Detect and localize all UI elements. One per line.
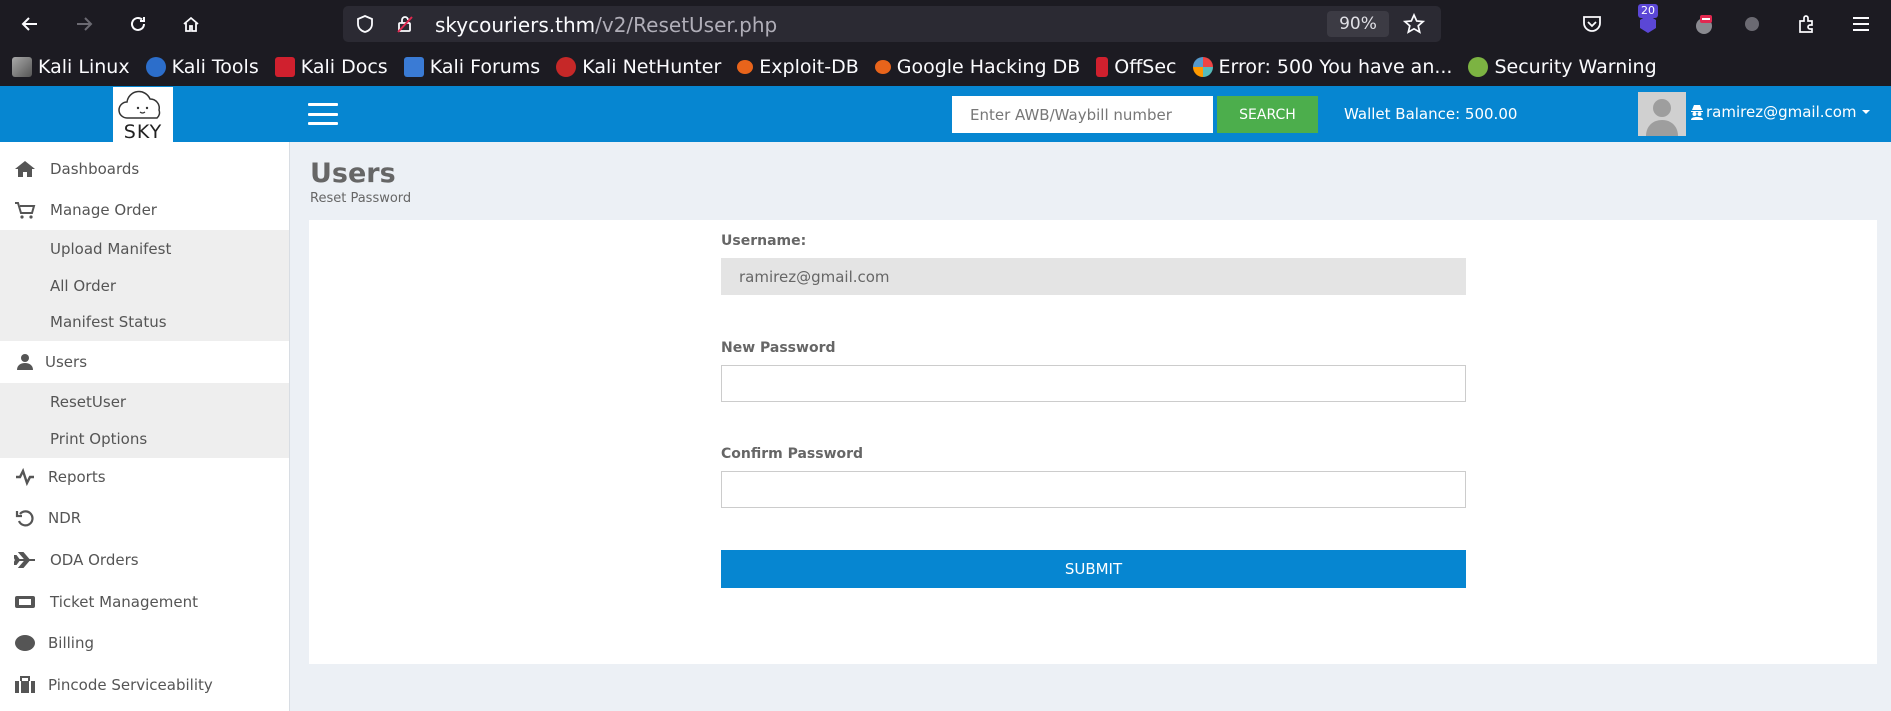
- confirm-password-label: Confirm Password: [721, 446, 864, 462]
- extension-badge: 20: [1638, 4, 1658, 18]
- extensions-puzzle-icon[interactable]: [1793, 10, 1821, 38]
- cart-icon: [14, 200, 36, 220]
- sidebar-item-manage-order[interactable]: Manage Order: [0, 195, 289, 225]
- briefcase-icon: [14, 675, 36, 695]
- manage-order-submenu: Upload Manifest All Order Manifest Statu…: [0, 230, 289, 341]
- users-submenu: ResetUser Print Options: [0, 383, 289, 458]
- sidebar-sub-resetuser[interactable]: ResetUser: [50, 393, 126, 411]
- arrow-left-icon: [21, 17, 37, 31]
- arrow-right-icon: [77, 17, 93, 31]
- reports-icon: [14, 467, 36, 487]
- back-button[interactable]: [14, 8, 46, 40]
- sidebar-item-oda-orders[interactable]: ODA Orders: [0, 545, 289, 575]
- plane-icon: [14, 550, 36, 570]
- extension-puzzle-gray-icon[interactable]: [1738, 10, 1766, 38]
- bookmark-kali-linux[interactable]: Kali Linux: [12, 56, 130, 78]
- url-host: skycouriers.thm: [435, 13, 596, 37]
- sky-logo[interactable]: SKY: [113, 87, 173, 142]
- nethunter-icon: [556, 57, 577, 77]
- billing-icon: [14, 633, 36, 653]
- search-button[interactable]: SEARCH: [1217, 96, 1318, 133]
- bookmark-error-500[interactable]: Error: 500 You have an...: [1192, 56, 1452, 78]
- home-icon: [183, 16, 199, 32]
- avatar[interactable]: [1638, 92, 1686, 136]
- zoom-level[interactable]: 90%: [1327, 11, 1389, 37]
- kali-tools-icon: [145, 57, 166, 77]
- new-password-label: New Password: [721, 340, 836, 356]
- undo-icon: [14, 508, 36, 528]
- username-label: Username:: [721, 233, 807, 249]
- bookmark-offsec[interactable]: OffSec: [1096, 56, 1177, 78]
- user-secret-icon: [1691, 105, 1703, 120]
- joomla-icon: [1192, 57, 1213, 77]
- sidebar-sub-print-options[interactable]: Print Options: [50, 430, 147, 448]
- ghdb-icon: [874, 60, 891, 74]
- kali-dragon-icon: [12, 57, 32, 77]
- sidebar-sub-upload-manifest[interactable]: Upload Manifest: [50, 240, 171, 258]
- logo-text: SKY: [123, 121, 163, 143]
- awb-search-input[interactable]: [952, 96, 1213, 133]
- bookmark-kali-tools[interactable]: Kali Tools: [145, 56, 259, 78]
- sidebar-item-ticket-management[interactable]: Ticket Management: [0, 587, 289, 617]
- user-menu[interactable]: ramirez@gmail.com: [1690, 103, 1873, 121]
- kali-docs-icon: [274, 57, 295, 77]
- sidebar-item-ndr[interactable]: NDR: [0, 503, 289, 533]
- app-menu-icon[interactable]: [1847, 10, 1875, 38]
- wallet-balance: Wallet Balance: 500.00: [1344, 105, 1518, 123]
- bookmark-exploit-db[interactable]: Exploit-DB: [737, 56, 859, 78]
- pocket-icon[interactable]: [1578, 10, 1606, 38]
- sidebar-toggle-button[interactable]: [308, 103, 338, 125]
- confirm-password-field[interactable]: [721, 471, 1466, 508]
- cloud-logo-icon: [118, 90, 161, 119]
- submit-button[interactable]: SUBMIT: [721, 550, 1466, 588]
- bookmark-star-icon[interactable]: [1403, 13, 1425, 35]
- bookmark-kali-forums[interactable]: Kali Forums: [403, 56, 540, 78]
- extension-blocker-icon[interactable]: [1690, 10, 1718, 38]
- sidebar-item-reports[interactable]: Reports: [0, 462, 289, 492]
- kali-forums-icon: [403, 57, 424, 77]
- shield-icon[interactable]: [355, 14, 375, 34]
- user-email: ramirez@gmail.com: [1706, 103, 1857, 121]
- page-subtitle: Reset Password: [310, 191, 412, 206]
- forward-button[interactable]: [68, 8, 100, 40]
- sidebar-item-pincode-serviceability[interactable]: Pincode Serviceability: [0, 670, 289, 700]
- app-header: SKY SEARCH Wallet Balance: 500.00 ramire…: [0, 86, 1891, 142]
- url-path: /v2/ResetUser.php: [595, 13, 778, 37]
- username-field[interactable]: [721, 258, 1466, 295]
- home-button[interactable]: [175, 8, 207, 40]
- sidebar-item-users[interactable]: Users: [0, 347, 289, 377]
- offsec-icon: [1096, 57, 1109, 77]
- ticket-icon: [14, 592, 36, 612]
- exploit-db-icon: [737, 60, 754, 74]
- reload-icon: [131, 16, 145, 31]
- page-title: Users: [310, 158, 396, 189]
- reload-button[interactable]: [122, 8, 154, 40]
- sidebar-item-dashboards[interactable]: Dashboards: [0, 154, 289, 184]
- caret-down-icon: [1861, 110, 1870, 114]
- user-icon: [14, 352, 36, 372]
- new-password-field[interactable]: [721, 365, 1466, 402]
- url-bar[interactable]: skycouriers.thm/v2/ResetUser.php 90%: [343, 6, 1441, 42]
- sidebar-sub-all-order[interactable]: All Order: [50, 277, 116, 295]
- bookmark-security-warning[interactable]: Security Warning: [1468, 56, 1657, 78]
- browser-toolbar: skycouriers.thm/v2/ResetUser.php 90% 20: [0, 0, 1891, 48]
- bookmark-kali-docs[interactable]: Kali Docs: [274, 56, 388, 78]
- sidebar-item-billing[interactable]: Billing: [0, 628, 289, 658]
- sidebar-sub-manifest-status[interactable]: Manifest Status: [50, 313, 167, 331]
- bookmarks-bar: Kali Linux Kali Tools Kali Docs Kali For…: [0, 48, 1891, 86]
- bookmark-google-hacking-db[interactable]: Google Hacking DB: [874, 56, 1080, 78]
- insecure-lock-icon[interactable]: [395, 14, 415, 34]
- sidebar: Dashboards Manage Order Upload Manifest …: [0, 142, 290, 711]
- warning-icon: [1468, 57, 1489, 77]
- url-text[interactable]: skycouriers.thm/v2/ResetUser.php: [435, 13, 777, 37]
- home-icon: [14, 159, 36, 179]
- bookmark-kali-nethunter[interactable]: Kali NetHunter: [556, 56, 721, 78]
